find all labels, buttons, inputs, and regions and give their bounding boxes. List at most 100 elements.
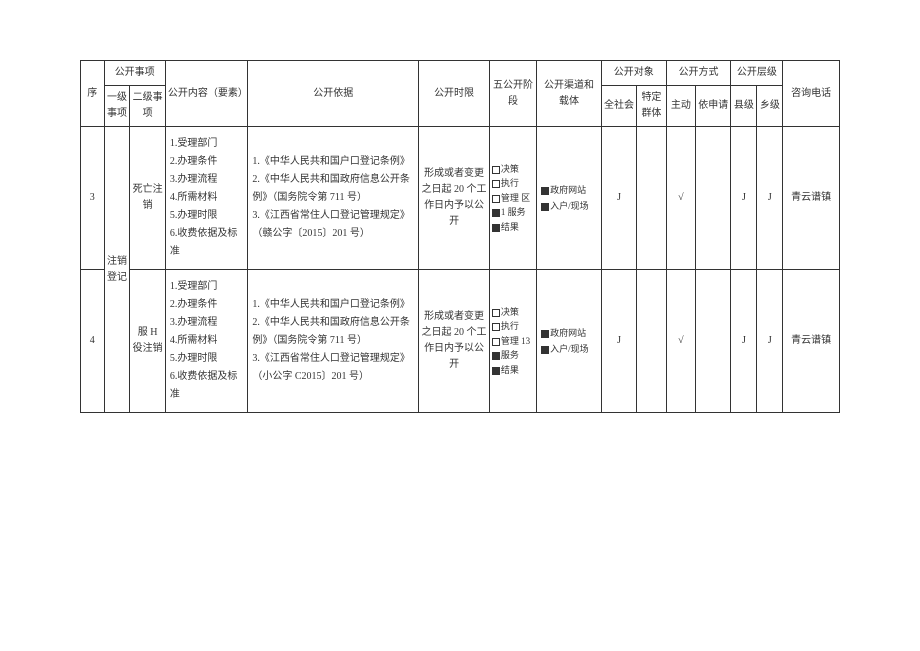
cell-channel: 政府网站入户/现场	[537, 270, 602, 413]
th-stage: 五公开阶段	[489, 61, 536, 127]
th-level2: 二级事项	[130, 86, 165, 127]
cell-onrequest	[696, 127, 731, 270]
stage-label: 管理 13	[501, 336, 530, 346]
th-allsociety: 全社会	[601, 86, 636, 127]
carrier-label: 政府网站	[550, 185, 586, 195]
stage-label: 执行	[501, 178, 519, 188]
th-channel: 公开渠道和载体	[537, 61, 602, 127]
cell-onrequest	[696, 270, 731, 413]
th-specificgroup: 特定群体	[637, 86, 666, 127]
cell-allsociety: J	[601, 127, 636, 270]
stage-item: 执行	[492, 319, 534, 333]
th-item: 公开事项	[104, 61, 165, 86]
table-row: 3注销登记死亡注销1.受理部门2.办理条件3.办理流程4.所需材料5.办理时限6…	[81, 127, 840, 270]
cell-township: J	[757, 270, 783, 413]
checkbox-unchecked-icon	[492, 166, 500, 174]
basis-item: 2.《中华人民共和国政府信息公开条例》（国务院令第 711 号）	[252, 171, 414, 207]
cell-township: J	[757, 127, 783, 270]
header-row-1: 序 公开事项 公开内容（要素） 公开依据 公开时限 五公开阶段 公开渠道和载体 …	[81, 61, 840, 86]
cell-level2: 服 H 役注销	[130, 270, 165, 413]
cell-timelimit: 形成或者变更之日起 20 个工作日内予以公开	[419, 270, 490, 413]
checkbox-unchecked-icon	[492, 338, 500, 346]
th-content: 公开内容（要素）	[165, 61, 248, 127]
cell-level2: 死亡注销	[130, 127, 165, 270]
checkbox-unchecked-icon	[492, 323, 500, 331]
checkbox-checked-icon	[492, 224, 500, 232]
content-item: 2.办理条件	[170, 153, 244, 171]
th-method: 公开方式	[666, 61, 731, 86]
cell-phone: 青云谱镇	[783, 127, 840, 270]
cell-level1: 注销登记	[104, 127, 130, 413]
content-item: 3.办理流程	[170, 314, 244, 332]
carrier-item: 入户/现场	[541, 198, 597, 214]
cell-stage: 决策执行管理 区 1 服务结果	[489, 127, 536, 270]
cell-timelimit: 形成或者变更之日起 20 个工作日内予以公开	[419, 127, 490, 270]
th-target: 公开对象	[601, 61, 666, 86]
th-active: 主动	[666, 86, 695, 127]
stage-label: 1 服务	[501, 207, 526, 217]
cell-active: √	[666, 270, 695, 413]
basis-item: 1.《中华人民共和国户口登记条例》	[252, 153, 414, 171]
basis-item: 1.《中华人民共和国户口登记条例》	[252, 296, 414, 314]
cell-basis: 1.《中华人民共和国户口登记条例》2.《中华人民共和国政府信息公开条例》（国务院…	[248, 270, 419, 413]
th-level: 公开层级	[731, 61, 783, 86]
table-body: 3注销登记死亡注销1.受理部门2.办理条件3.办理流程4.所需材料5.办理时限6…	[81, 127, 840, 413]
carrier-item: 政府网站	[541, 182, 597, 198]
th-township: 乡级	[757, 86, 783, 127]
content-item: 4.所需材料	[170, 332, 244, 350]
stage-label: 决策	[501, 307, 519, 317]
content-item: 2.办理条件	[170, 296, 244, 314]
checkbox-checked-icon	[541, 330, 549, 338]
basis-item: 2.《中华人民共和国政府信息公开条例》（国务院令第 711 号）	[252, 314, 414, 350]
stage-item: 执行	[492, 176, 534, 190]
content-item: 5.办理时限	[170, 207, 244, 225]
content-item: 4.所需材料	[170, 189, 244, 207]
cell-seq: 3	[81, 127, 105, 270]
cell-county: J	[731, 270, 757, 413]
content-item: 6.收费依据及标准	[170, 225, 244, 261]
cell-active: √	[666, 127, 695, 270]
checkbox-unchecked-icon	[492, 180, 500, 188]
checkbox-checked-icon	[541, 346, 549, 354]
checkbox-checked-icon	[492, 352, 500, 360]
carrier-label: 政府网站	[550, 328, 586, 338]
th-county: 县级	[731, 86, 757, 127]
th-timelimit: 公开时限	[419, 61, 490, 127]
cell-county: J	[731, 127, 757, 270]
th-level1: 一级事项	[104, 86, 130, 127]
th-onrequest: 依申请	[696, 86, 731, 127]
th-phone: 咨询电话	[783, 61, 840, 127]
stage-item: 决策	[492, 305, 534, 319]
th-seq: 序	[81, 61, 105, 127]
content-item: 6.收费依据及标准	[170, 368, 244, 404]
stage-label: 管理 区	[501, 193, 530, 203]
cell-specificgroup	[637, 127, 666, 270]
stage-label: 执行	[501, 321, 519, 331]
cell-content: 1.受理部门2.办理条件3.办理流程4.所需材料5.办理时限6.收费依据及标准	[165, 270, 248, 413]
stage-item: 结果	[492, 363, 534, 377]
checkbox-checked-icon	[541, 203, 549, 211]
stage-item: 1 服务	[492, 205, 534, 219]
stage-label: 结果	[501, 365, 519, 375]
disclosure-table: 序 公开事项 公开内容（要素） 公开依据 公开时限 五公开阶段 公开渠道和载体 …	[80, 60, 840, 413]
stage-item: 服务	[492, 348, 534, 362]
stage-label: 服务	[501, 350, 519, 360]
checkbox-checked-icon	[492, 209, 500, 217]
carrier-label: 入户/现场	[550, 344, 589, 354]
cell-specificgroup	[637, 270, 666, 413]
cell-stage: 决策执行管理 13 服务结果	[489, 270, 536, 413]
th-basis: 公开依据	[248, 61, 419, 127]
content-item: 1.受理部门	[170, 135, 244, 153]
checkbox-unchecked-icon	[492, 195, 500, 203]
basis-item: 3.《江西省常住人口登记管理规定》（赣公字〔2015〕201 号）	[252, 207, 414, 243]
cell-channel: 政府网站入户/现场	[537, 127, 602, 270]
basis-item: 3.《江西省常住人口登记管理规定》（小公字 C2015〕201 号）	[252, 350, 414, 386]
checkbox-checked-icon	[492, 367, 500, 375]
stage-label: 决策	[501, 164, 519, 174]
carrier-item: 入户/现场	[541, 341, 597, 357]
table-row: 4服 H 役注销1.受理部门2.办理条件3.办理流程4.所需材料5.办理时限6.…	[81, 270, 840, 413]
content-item: 3.办理流程	[170, 171, 244, 189]
checkbox-unchecked-icon	[492, 309, 500, 317]
stage-item: 决策	[492, 162, 534, 176]
stage-item: 结果	[492, 220, 534, 234]
